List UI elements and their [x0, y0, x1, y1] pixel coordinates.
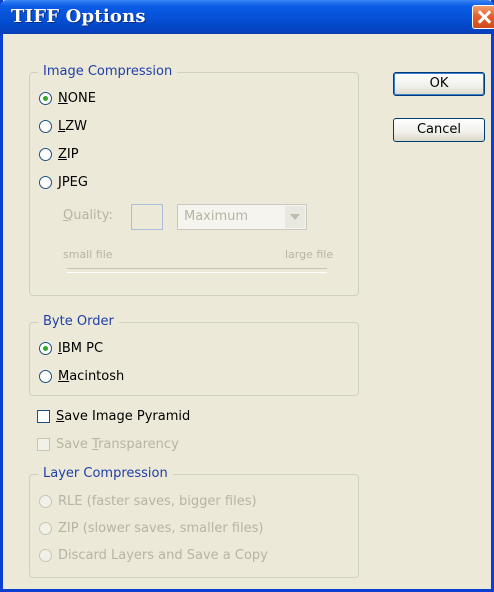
close-icon[interactable] [472, 5, 494, 29]
radio-layer-zip-label: ZIP (slower saves, smaller files) [58, 520, 264, 536]
radio-lzw-label: LZW [58, 118, 88, 134]
radio-zip[interactable]: ZIP [39, 144, 79, 164]
save-transparency-label: Save Transparency [56, 436, 179, 452]
save-transparency-checkbox[interactable]: Save Transparency [37, 434, 179, 454]
chevron-down-icon[interactable] [285, 206, 305, 228]
quality-input[interactable] [131, 204, 163, 230]
tiff-options-dialog: TIFF Options Image Compression NONE LZW … [0, 0, 494, 592]
title-bar[interactable]: TIFF Options [0, 0, 494, 34]
radio-lzw[interactable]: LZW [39, 116, 87, 136]
ok-button[interactable]: OK [393, 72, 485, 96]
save-transparency-box[interactable] [37, 437, 50, 451]
radio-macintosh-indicator[interactable] [39, 369, 52, 383]
save-image-pyramid-label: Save Image Pyramid [56, 408, 191, 424]
image-compression-legend: Image Compression [38, 63, 178, 81]
radio-lzw-indicator[interactable] [39, 119, 52, 133]
quality-label: Quality: [63, 208, 113, 223]
radio-zip-indicator[interactable] [39, 147, 52, 161]
byte-order-legend: Byte Order [38, 313, 119, 331]
layer-compression-legend: Layer Compression [38, 465, 173, 483]
large-file-label: large file [285, 248, 334, 261]
quality-select-value: Maximum [184, 209, 249, 224]
radio-jpeg-label: JPEG [58, 174, 88, 190]
radio-rle-indicator[interactable] [39, 494, 52, 508]
radio-layer-zip[interactable]: ZIP (slower saves, smaller files) [39, 518, 263, 538]
quality-slider[interactable] [67, 268, 327, 273]
dialog-title: TIFF Options [11, 6, 146, 27]
radio-discard-layers[interactable]: Discard Layers and Save a Copy [39, 545, 268, 565]
save-image-pyramid-checkbox[interactable]: Save Image Pyramid [37, 406, 190, 426]
radio-zip-label: ZIP [58, 146, 79, 162]
radio-rle-label: RLE (faster saves, bigger files) [58, 493, 257, 509]
radio-ibm-pc-indicator[interactable] [39, 341, 52, 355]
radio-layer-zip-indicator[interactable] [39, 521, 52, 535]
save-image-pyramid-box[interactable] [37, 409, 50, 423]
radio-ibm-pc[interactable]: IBM PC [39, 338, 103, 358]
radio-jpeg-indicator[interactable] [39, 175, 52, 189]
radio-discard-layers-indicator[interactable] [39, 548, 52, 562]
radio-rle[interactable]: RLE (faster saves, bigger files) [39, 491, 257, 511]
quality-select[interactable]: Maximum [177, 204, 307, 230]
radio-macintosh[interactable]: Macintosh [39, 366, 124, 386]
radio-none[interactable]: NONE [39, 88, 96, 108]
small-file-label: small file [63, 248, 113, 261]
radio-none-indicator[interactable] [39, 91, 52, 105]
cancel-button[interactable]: Cancel [393, 118, 485, 142]
radio-none-label: NONE [58, 90, 96, 106]
radio-macintosh-label: Macintosh [58, 368, 125, 384]
radio-discard-layers-label: Discard Layers and Save a Copy [58, 547, 268, 563]
radio-jpeg[interactable]: JPEG [39, 172, 88, 192]
radio-ibm-pc-label: IBM PC [58, 340, 104, 356]
